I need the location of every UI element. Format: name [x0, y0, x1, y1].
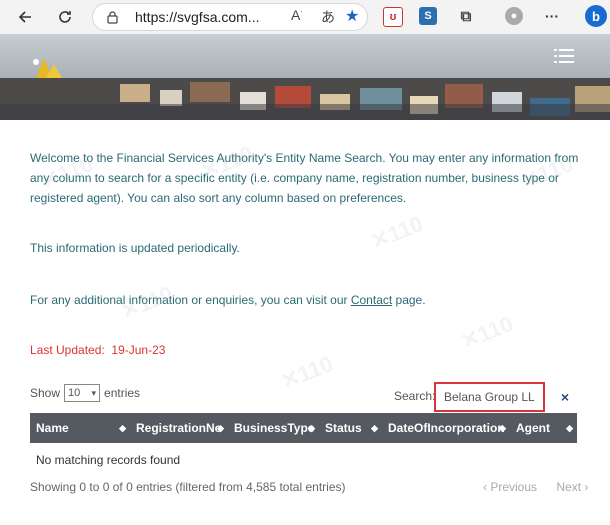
column-label: BusinessType — [234, 421, 315, 435]
pagination: ‹ Previous Next › — [483, 480, 588, 494]
fsa-logo — [33, 58, 62, 78]
back-arrow-icon[interactable] — [12, 4, 38, 30]
column-label: Agent — [516, 421, 550, 435]
watermark: ✕110 — [117, 280, 177, 325]
browser-toolbar: https://svgfsa.com... Aᐧ あ ★ ʊ S ⧉ ● ···… — [0, 0, 610, 34]
sort-icon: ◆ — [566, 423, 573, 433]
entries-value: 10 — [68, 387, 81, 399]
hamburger-menu-button[interactable] — [550, 43, 578, 69]
show-label: Show — [30, 386, 61, 400]
table-header: Name ◆ RegistrationNo ◆ BusinessType ◆ Stat… — [30, 413, 577, 443]
lock-icon — [107, 11, 118, 29]
refresh-icon[interactable] — [52, 4, 78, 30]
table-info: Showing 0 to 0 of 0 entries (filtered fr… — [30, 480, 346, 494]
watermark: ✕110 — [277, 350, 337, 395]
address-bar[interactable]: https://svgfsa.com... Aᐧ あ ★ — [92, 3, 368, 31]
search-label: Search: — [394, 389, 436, 403]
more-icon[interactable]: ··· — [543, 7, 561, 25]
column-header-name[interactable]: Name ◆ — [30, 413, 130, 443]
search-input[interactable] — [434, 382, 545, 412]
clear-search-button[interactable]: × — [553, 382, 577, 412]
empty-table-row: No matching records found — [30, 444, 577, 476]
entries-label: entries — [104, 386, 141, 400]
profile-avatar[interactable]: ● — [505, 7, 523, 25]
column-label: Name — [36, 421, 69, 435]
contact-prefix: For any additional information or enquir… — [30, 293, 351, 307]
column-header-status[interactable]: Status ◆ — [319, 413, 382, 443]
entries-control: Show 10 ▾ entries — [30, 384, 140, 402]
town-photo — [0, 78, 610, 120]
contact-paragraph: For any additional information or enquir… — [30, 290, 426, 310]
contact-suffix: page. — [392, 293, 426, 307]
watermark: ✕110 — [457, 310, 517, 355]
contact-link[interactable]: Contact — [351, 293, 392, 307]
sort-icon: ◆ — [308, 423, 315, 433]
watermark: ✕110 — [367, 210, 427, 255]
last-updated: Last Updated: 19-Jun-23 — [30, 343, 165, 357]
header-banner — [0, 34, 610, 120]
entries-select[interactable]: 10 ▾ — [64, 384, 101, 402]
puzzle-icon[interactable]: ⧉ — [457, 7, 475, 25]
column-label: RegistrationNo — [136, 421, 223, 435]
column-header-agent[interactable]: Agent ◆ — [510, 413, 577, 443]
extension-shield-icon[interactable]: ʊ — [383, 7, 403, 27]
chevron-down-icon: ▾ — [91, 387, 97, 398]
sort-icon: ◆ — [371, 423, 378, 433]
column-label: Status — [325, 421, 362, 435]
previous-button[interactable]: ‹ Previous — [483, 480, 537, 494]
translate-icon[interactable]: あ — [321, 7, 335, 27]
extension-s-icon[interactable]: S — [419, 7, 437, 25]
column-header-businesstype[interactable]: BusinessType ◆ — [228, 413, 319, 443]
url-text: https://svgfsa.com... — [135, 9, 260, 25]
next-button[interactable]: Next › — [556, 480, 588, 494]
sort-icon: ◆ — [119, 423, 126, 433]
read-aloud-icon[interactable]: Aᐧ — [291, 7, 302, 23]
last-updated-value: 19-Jun-23 — [111, 343, 166, 357]
column-header-registrationno[interactable]: RegistrationNo ◆ — [130, 413, 228, 443]
intro-paragraph: Welcome to the Financial Services Author… — [30, 151, 579, 205]
menu-icon — [554, 49, 574, 63]
sort-icon: ◆ — [499, 423, 506, 433]
column-header-dateofincorporation[interactable]: DateOfIncorporation ◆ — [382, 413, 510, 443]
star-icon[interactable]: ★ — [345, 6, 359, 26]
update-note: This information is updated periodically… — [30, 241, 240, 255]
sort-icon: ◆ — [217, 423, 224, 433]
last-updated-label: Last Updated: — [30, 343, 105, 357]
column-label: DateOfIncorporation — [388, 421, 505, 435]
bing-icon[interactable]: b — [585, 5, 607, 27]
